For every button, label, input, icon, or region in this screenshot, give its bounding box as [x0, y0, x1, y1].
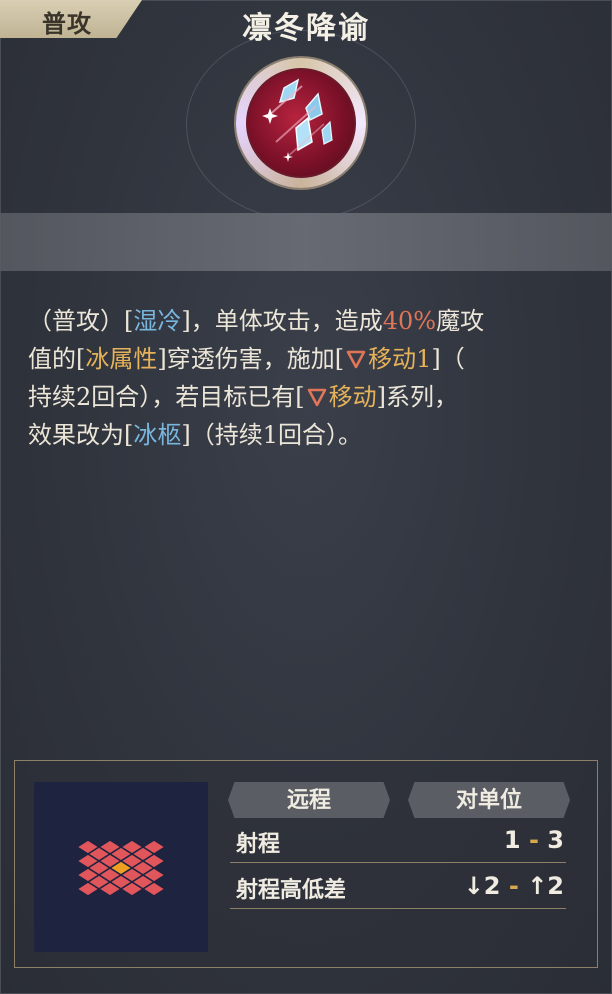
description-line-1: （普攻）[湿冷]，单体攻击，造成40%魔攻 — [28, 307, 485, 335]
keyword-wet-cold[interactable]: 湿冷 — [133, 307, 181, 335]
debuff-triangle-icon — [307, 388, 326, 407]
range-label: 射程 — [236, 831, 281, 857]
description-line-3: 持续2回合），若目标已有[移动]系列， — [28, 383, 459, 411]
skill-description: （普攻）[湿冷]，单体攻击，造成40%魔攻 值的[冰属性]穿透伤害，施加[移动1… — [28, 302, 584, 454]
damage-percent: 40% — [382, 307, 437, 335]
keyword-move-debuff[interactable]: 移动 — [329, 383, 377, 411]
attack-type-badge: 远程 — [228, 782, 390, 818]
range-value: 1 - 3 — [503, 826, 564, 854]
keyword-move-debuff-1[interactable]: 移动1 — [368, 345, 431, 373]
ice-shard-icon — [262, 78, 333, 162]
debuff-triangle-icon — [346, 350, 366, 369]
skill-icon[interactable] — [236, 58, 366, 188]
skill-name: 凛冬降谕 — [242, 11, 370, 46]
skill-title-bar — [0, 213, 612, 271]
description-line-2: 值的[冰属性]穿透伤害，施加[移动1]（ — [28, 345, 465, 373]
description-line-4: 效果改为[冰柩]（持续1回合）。 — [28, 421, 363, 449]
attack-range-grid — [34, 782, 208, 952]
target-type-badge: 对单位 — [408, 782, 570, 818]
divider — [230, 862, 566, 863]
background-decoration — [1, 151, 13, 191]
keyword-ice-attribute[interactable]: 冰属性 — [85, 345, 157, 373]
keyword-ice-coffin[interactable]: 冰柩 — [133, 421, 181, 449]
divider — [230, 908, 566, 909]
height-diff-label: 射程高低差 — [236, 877, 347, 903]
height-diff-value: ↓2 - ↑2 — [463, 872, 564, 900]
range-grid-diagram — [75, 839, 167, 897]
